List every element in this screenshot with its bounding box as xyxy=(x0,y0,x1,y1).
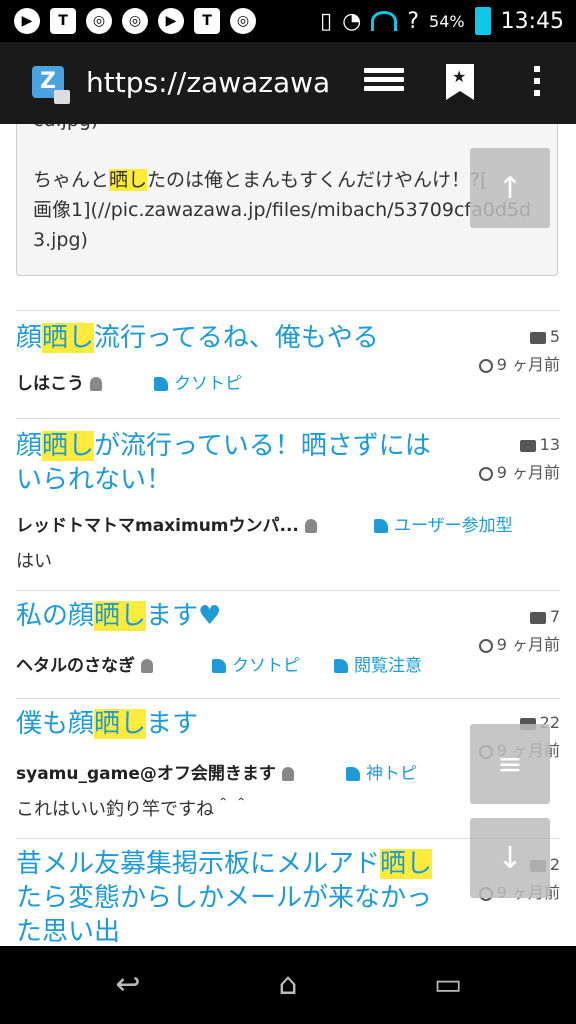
thread-author[interactable]: syamu_game@オフ会開きます xyxy=(16,759,294,784)
arrow-down-icon: ↓ xyxy=(497,840,523,876)
thread-meta: 7 9 ヶ月前 xyxy=(478,603,560,659)
lock-icon xyxy=(54,90,70,104)
tag-icon xyxy=(212,659,226,673)
thread-title[interactable]: 顔晒しが流行っている！晒さずにはいられない！ xyxy=(16,429,456,497)
thread-age: 9 ヶ月前 xyxy=(496,635,560,654)
tag[interactable]: ユーザー参加型 xyxy=(374,511,513,536)
home-icon[interactable]: ⌂ xyxy=(260,968,316,1002)
globe-search-icon: ◎ xyxy=(230,8,256,34)
scroll-top-button[interactable]: ↑ xyxy=(470,148,550,228)
tag[interactable]: クソトピ xyxy=(154,369,242,394)
clock-icon xyxy=(478,358,493,373)
tag-icon xyxy=(154,377,168,391)
thread-title[interactable]: 昔メル友募集掲示板にメルアド晒したら変態からしかメールが来なかった思い出 xyxy=(16,847,456,946)
thread-age: 9 ヶ月前 xyxy=(496,355,560,374)
quote-text: ちゃんと xyxy=(33,169,110,191)
back-icon[interactable]: ↩ xyxy=(100,968,156,1002)
comment-icon xyxy=(529,331,546,344)
globe-search-icon: ◎ xyxy=(86,8,112,34)
quote-line: cd.jpg) xyxy=(33,124,541,135)
hamburger-icon: ≡ xyxy=(497,746,523,782)
thread-snippet: これはいい釣り竿ですね＾＾ xyxy=(16,799,250,820)
quote-line: 画像1](//pic.zawazawa.jp/files/mibach/5370… xyxy=(33,199,532,221)
comment-icon xyxy=(529,611,546,624)
browser-toolbar: Z https://zawazawa.jp/ xyxy=(0,42,576,124)
clock-icon xyxy=(478,638,493,653)
thread-title[interactable]: 顔晒し流行ってるね、俺もやる xyxy=(16,321,456,355)
navigation-bar: ↩ ⌂ ▭ xyxy=(0,946,576,1024)
notification-icons: ▶ T ◎ ◎ ▶ T ◎ xyxy=(14,8,256,34)
t-icon: T xyxy=(50,8,76,34)
alarm-icon: ◔ xyxy=(342,8,362,34)
heart-icon: ♥ xyxy=(198,601,222,631)
vibrate-icon: ▯ xyxy=(320,8,333,34)
recents-icon[interactable]: ▭ xyxy=(420,968,476,1002)
thread-age: 9 ヶ月前 xyxy=(496,463,560,482)
tag-icon xyxy=(346,767,360,781)
thread-snippet: はい xyxy=(16,551,52,572)
arrow-up-icon: ↑ xyxy=(497,170,523,206)
thread-item[interactable]: 顔晒し流行ってるね、俺もやる 5 9 ヶ月前 しはこう クソトピ xyxy=(16,310,560,419)
t-icon: T xyxy=(194,8,220,34)
wifi-icon xyxy=(371,11,398,31)
user-icon xyxy=(90,377,102,391)
tag-icon xyxy=(374,519,388,533)
tag[interactable]: クソトピ xyxy=(212,651,300,676)
scroll-bottom-button[interactable]: ↓ xyxy=(470,818,550,898)
tag[interactable]: 閲覧注意 xyxy=(334,651,422,676)
no-signal-icon: ? xyxy=(407,8,420,34)
comment-count: 5 xyxy=(549,327,560,346)
url-bar[interactable]: https://zawazawa.jp/ xyxy=(86,66,332,100)
thread-item[interactable]: 顔晒しが流行っている！晒さずにはいられない！ 13 9 ヶ月前 レッドトマトマm… xyxy=(16,418,560,591)
overflow-menu-icon[interactable] xyxy=(534,66,540,102)
thread-meta: 13 9 ヶ月前 xyxy=(478,431,560,487)
user-icon xyxy=(281,767,294,781)
system-status: ▯ ◔ ? 54% 13:45 xyxy=(320,7,564,35)
battery-icon xyxy=(474,7,491,35)
globe-search-icon: ◎ xyxy=(122,8,148,34)
play-icon: ▶ xyxy=(158,8,184,34)
battery-percent: 54% xyxy=(429,11,465,31)
status-bar: ▶ T ◎ ◎ ▶ T ◎ ▯ ◔ ? 54% 13:45 xyxy=(0,0,576,42)
thread-meta: 5 9 ヶ月前 xyxy=(478,323,560,379)
thread-title[interactable]: 僕も顔晒します xyxy=(16,707,456,741)
menu-button[interactable]: ≡ xyxy=(470,724,550,804)
tag[interactable]: 神トピ xyxy=(346,759,417,784)
thread-author[interactable]: しはこう xyxy=(16,369,102,394)
comment-count: 7 xyxy=(549,607,560,626)
thread-item[interactable]: 私の顔晒します♥ 7 9 ヶ月前 ヘタルのさなぎ クソトピ 閲覧注意 xyxy=(16,590,560,699)
quote-line: ちゃんと晒したのは俺とまんもすくんだけやんけ！?[ xyxy=(33,165,541,195)
comment-count: 2 xyxy=(549,855,560,874)
user-icon xyxy=(304,519,317,533)
quote-text: たのは俺とまんもすくんだけやんけ！?[ xyxy=(147,169,488,191)
thread-author[interactable]: ヘタルのさなぎ xyxy=(16,651,153,676)
clock-icon xyxy=(478,466,493,481)
user-icon xyxy=(141,659,153,673)
quote-line: 3.jpg) xyxy=(33,229,88,251)
highlight: 晒し xyxy=(109,169,148,191)
page-content: cd.jpg) ちゃんと晒したのは俺とまんもすくんだけやんけ！?[ 画像1](/… xyxy=(0,124,576,946)
bookmark-icon[interactable] xyxy=(446,64,474,100)
comment-count: 13 xyxy=(539,435,560,454)
comment-icon xyxy=(519,439,536,452)
thread-title[interactable]: 私の顔晒します♥ xyxy=(16,599,456,633)
tabs-icon[interactable] xyxy=(364,68,404,94)
play-icon: ▶ xyxy=(14,8,40,34)
thread-author[interactable]: レッドトマトマmaximumウンパ... xyxy=(16,511,317,536)
clock: 13:45 xyxy=(500,8,564,34)
tag-icon xyxy=(334,659,348,673)
